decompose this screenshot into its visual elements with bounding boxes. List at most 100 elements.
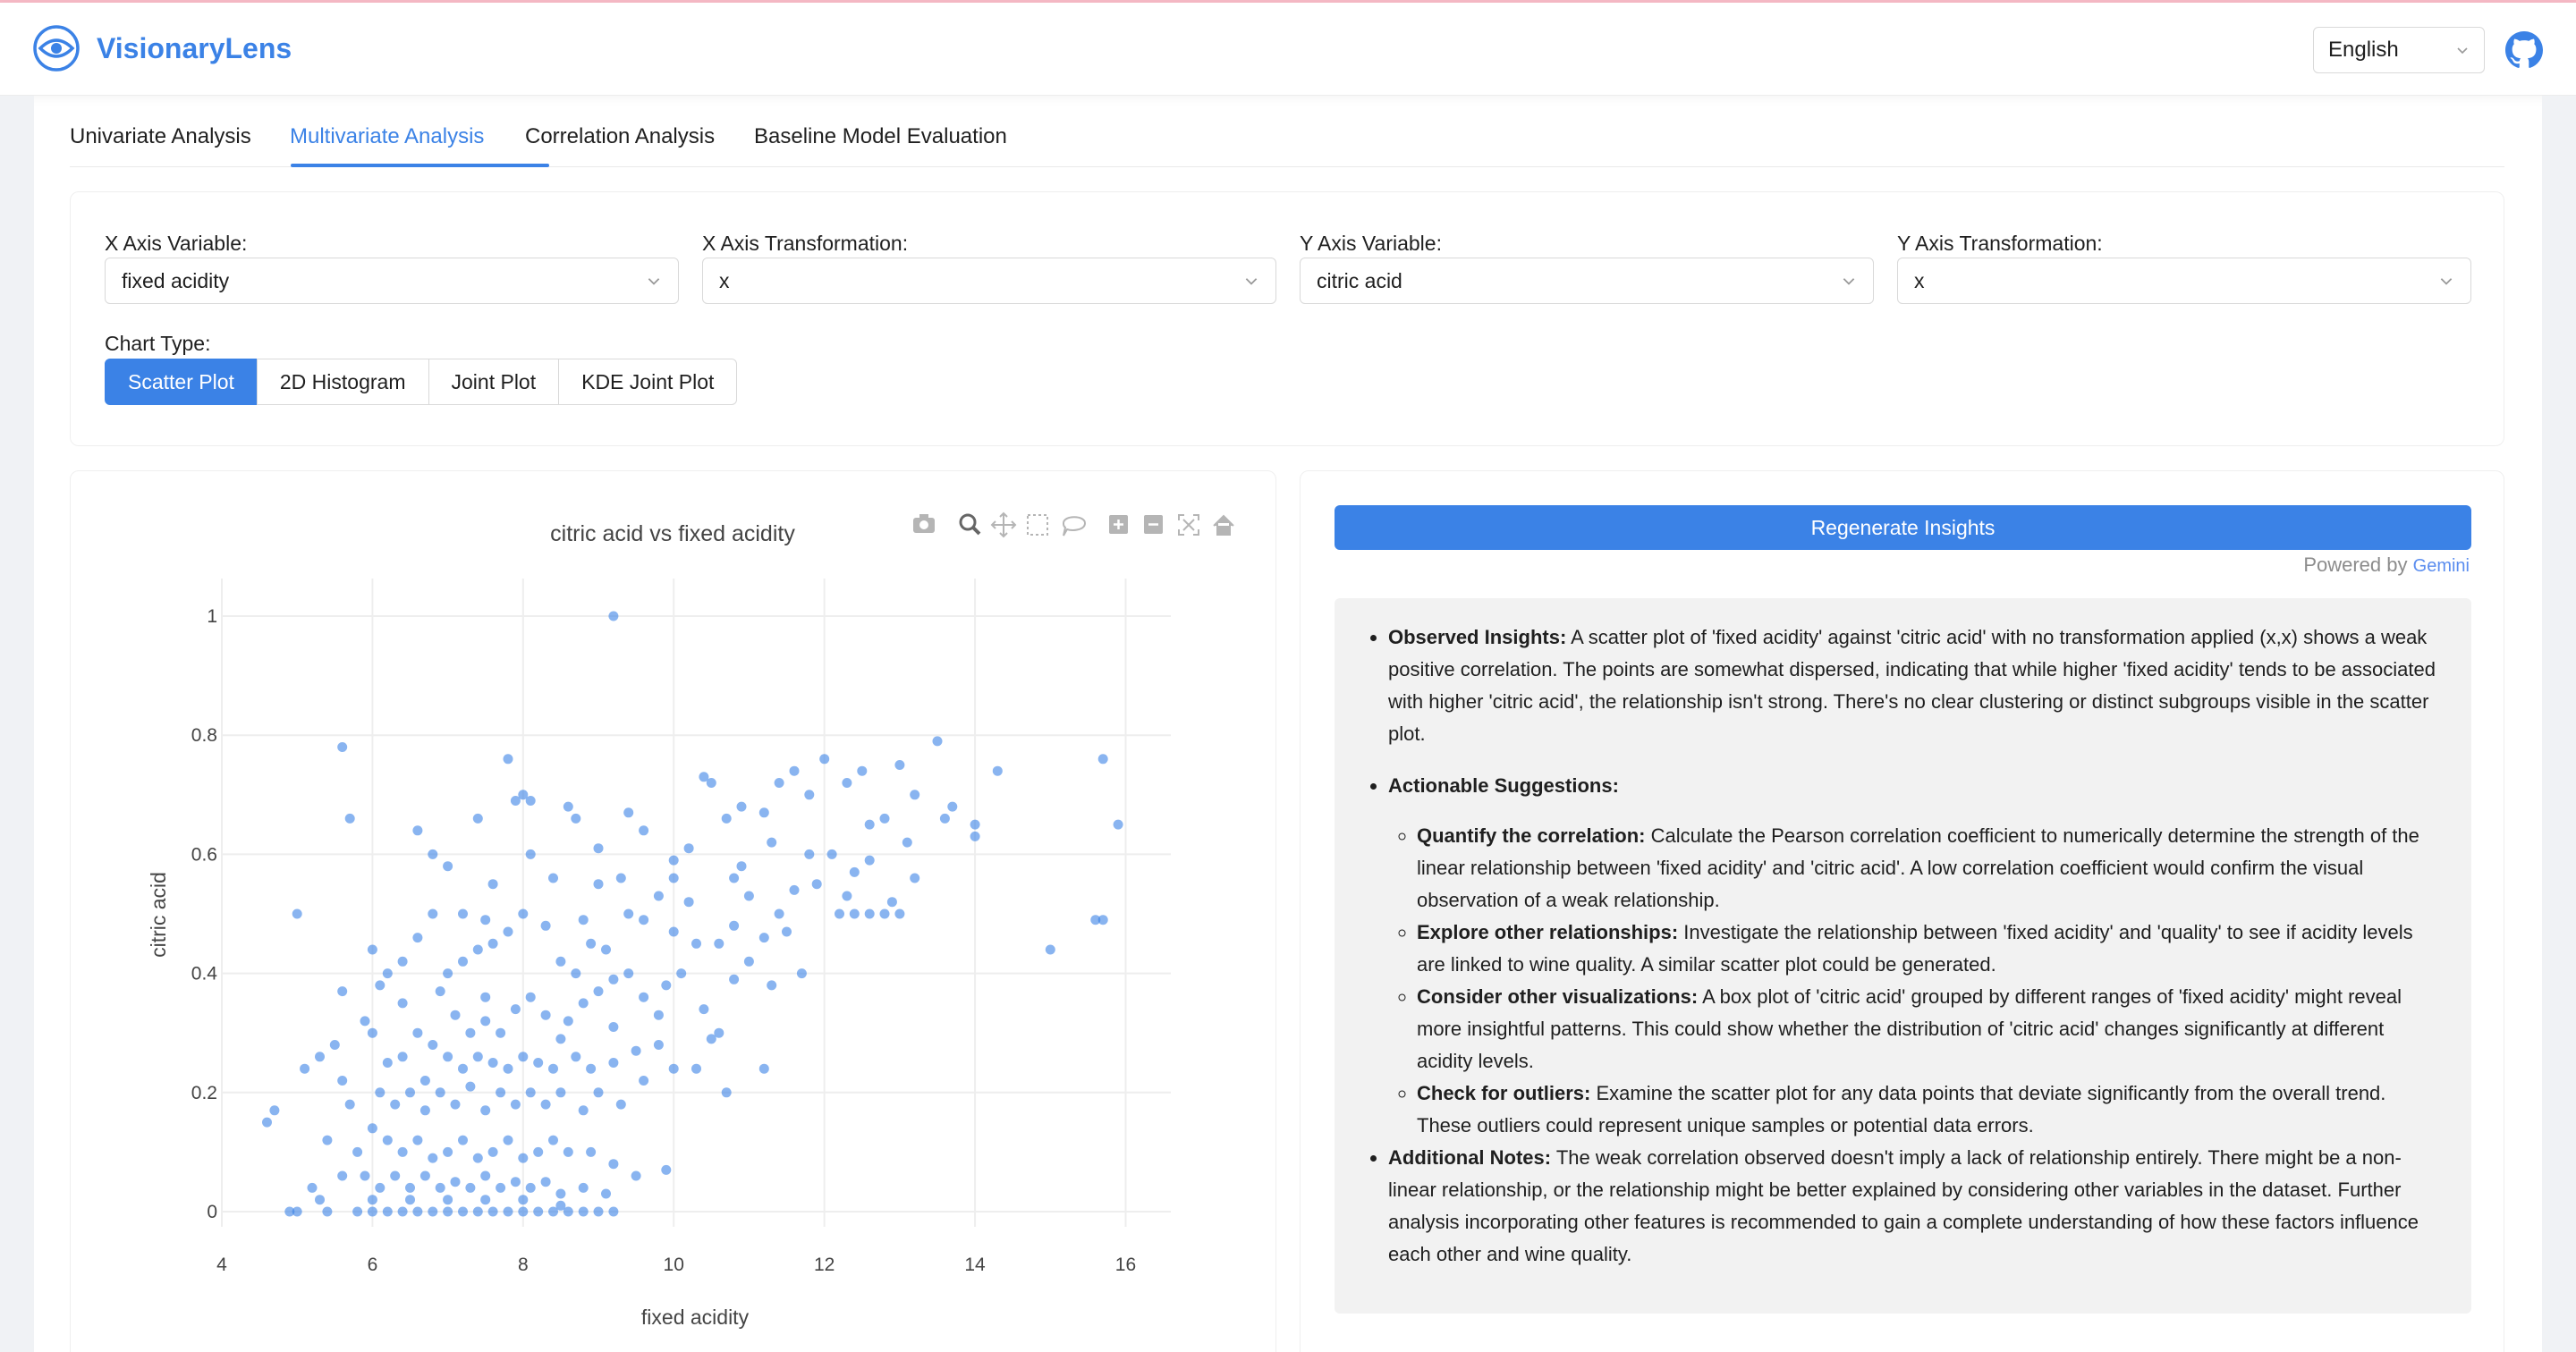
lasso-select-icon[interactable] bbox=[1062, 516, 1087, 537]
scatter-point[interactable] bbox=[525, 992, 536, 1002]
scatter-point[interactable] bbox=[593, 1206, 604, 1217]
scatter-point[interactable] bbox=[758, 1063, 769, 1074]
box-select-icon[interactable] bbox=[1027, 514, 1048, 536]
scatter-point[interactable] bbox=[571, 1052, 581, 1062]
scatter-point[interactable] bbox=[307, 1182, 318, 1193]
scatter-chart[interactable]: 4 6 8 10 12 14 16 0 0.2 0.4 0.6 0.8 1 citric acid vs… bbox=[71, 471, 1277, 1352]
scatter-point[interactable] bbox=[458, 956, 468, 967]
scatter-point[interactable] bbox=[593, 1087, 604, 1098]
scatter-point[interactable] bbox=[555, 1034, 566, 1044]
scatter-point[interactable] bbox=[518, 908, 529, 919]
scatter-point[interactable] bbox=[608, 1022, 619, 1032]
scatter-point[interactable] bbox=[292, 1206, 302, 1217]
scatter-point[interactable] bbox=[653, 891, 664, 901]
scatter-point[interactable] bbox=[758, 933, 769, 943]
scatter-point[interactable] bbox=[428, 1153, 438, 1163]
scatter-point[interactable] bbox=[533, 1058, 544, 1068]
scatter-point[interactable] bbox=[608, 1058, 619, 1068]
scatter-point[interactable] bbox=[428, 908, 438, 919]
scatter-point[interactable] bbox=[465, 1182, 476, 1193]
scatter-point[interactable] bbox=[269, 1105, 280, 1116]
chart-type-scatter-plot[interactable]: Scatter Plot bbox=[105, 359, 258, 405]
scatter-point[interactable] bbox=[525, 849, 536, 859]
scatter-point[interactable] bbox=[804, 849, 815, 859]
scatter-point[interactable] bbox=[360, 1016, 370, 1027]
zoom-out-icon[interactable] bbox=[1144, 515, 1163, 534]
scatter-point[interactable] bbox=[472, 1206, 483, 1217]
scatter-point[interactable] bbox=[548, 1063, 558, 1074]
scatter-point[interactable] bbox=[578, 1105, 589, 1116]
scatter-point[interactable] bbox=[300, 1063, 310, 1074]
scatter-point[interactable] bbox=[419, 1170, 430, 1181]
chart-type-joint-plot[interactable]: Joint Plot bbox=[428, 359, 560, 405]
scatter-point[interactable] bbox=[540, 1177, 551, 1187]
scatter-point[interactable] bbox=[472, 813, 483, 824]
scatter-point[interactable] bbox=[902, 837, 912, 848]
scatter-point[interactable] bbox=[458, 908, 468, 919]
scatter-point[interactable] bbox=[910, 873, 920, 883]
scatter-point[interactable] bbox=[842, 891, 852, 901]
scatter-point[interactable] bbox=[435, 986, 445, 997]
scatter-point[interactable] bbox=[525, 1087, 536, 1098]
scatter-point[interactable] bbox=[518, 1195, 529, 1205]
scatter-point[interactable] bbox=[428, 849, 438, 859]
scatter-point[interactable] bbox=[653, 1010, 664, 1020]
scatter-point[interactable] bbox=[472, 1153, 483, 1163]
scatter-point[interactable] bbox=[450, 1099, 461, 1110]
scatter-point[interactable] bbox=[412, 1135, 423, 1145]
scatter-point[interactable] bbox=[337, 742, 348, 752]
pan-icon[interactable] bbox=[990, 511, 1017, 538]
scatter-point[interactable] bbox=[1045, 944, 1055, 955]
scatter-point[interactable] bbox=[540, 1010, 551, 1020]
scatter-point[interactable] bbox=[443, 1195, 453, 1205]
scatter-point[interactable] bbox=[811, 879, 822, 890]
scatter-point[interactable] bbox=[405, 1087, 415, 1098]
scatter-point[interactable] bbox=[458, 1135, 468, 1145]
tab-correlation[interactable]: Correlation Analysis bbox=[525, 124, 715, 149]
scatter-point[interactable] bbox=[367, 1123, 377, 1134]
scatter-point[interactable] bbox=[352, 1206, 363, 1217]
scatter-point[interactable] bbox=[367, 1195, 377, 1205]
scatter-point[interactable] bbox=[428, 1206, 438, 1217]
scatter-point[interactable] bbox=[721, 813, 732, 824]
scatter-point[interactable] bbox=[563, 1016, 573, 1027]
scatter-point[interactable] bbox=[397, 1206, 408, 1217]
scatter-point[interactable] bbox=[443, 968, 453, 979]
scatter-point[interactable] bbox=[615, 873, 626, 883]
scatter-point[interactable] bbox=[661, 980, 672, 991]
scatter-point[interactable] bbox=[608, 611, 619, 621]
scatter-point[interactable] bbox=[382, 1058, 393, 1068]
scatter-point[interactable] bbox=[419, 1076, 430, 1086]
scatter-point[interactable] bbox=[322, 1206, 333, 1217]
scatter-point[interactable] bbox=[782, 926, 792, 937]
scatter-point[interactable] bbox=[676, 968, 687, 979]
scatter-point[interactable] bbox=[623, 807, 634, 818]
scatter-point[interactable] bbox=[864, 855, 875, 866]
scatter-point[interactable] bbox=[789, 884, 800, 895]
scatter-point[interactable] bbox=[653, 1040, 664, 1050]
scatter-point[interactable] bbox=[729, 873, 740, 883]
scatter-point[interactable] bbox=[405, 1195, 415, 1205]
scatter-point[interactable] bbox=[947, 801, 958, 812]
scatter-point[interactable] bbox=[1097, 915, 1108, 925]
scatter-point[interactable] bbox=[352, 1146, 363, 1157]
scatter-point[interactable] bbox=[970, 819, 980, 830]
zoom-in-icon[interactable] bbox=[1109, 515, 1128, 534]
scatter-point[interactable] bbox=[480, 1105, 491, 1116]
app-logo[interactable]: VisionaryLens bbox=[32, 24, 292, 72]
scatter-point[interactable] bbox=[337, 1170, 348, 1181]
scatter-point[interactable] bbox=[487, 1058, 498, 1068]
scatter-point[interactable] bbox=[480, 1195, 491, 1205]
scatter-point[interactable] bbox=[472, 1052, 483, 1062]
scatter-point[interactable] bbox=[367, 1027, 377, 1038]
scatter-point[interactable] bbox=[472, 944, 483, 955]
scatter-point[interactable] bbox=[939, 813, 950, 824]
scatter-point[interactable] bbox=[496, 1087, 506, 1098]
scatter-point[interactable] bbox=[405, 1182, 415, 1193]
scatter-point[interactable] bbox=[465, 1027, 476, 1038]
scatter-point[interactable] bbox=[496, 1182, 506, 1193]
scatter-point[interactable] bbox=[412, 1027, 423, 1038]
scatter-point[interactable] bbox=[842, 778, 852, 788]
scatter-point[interactable] bbox=[796, 968, 807, 979]
scatter-point[interactable] bbox=[601, 1188, 611, 1199]
